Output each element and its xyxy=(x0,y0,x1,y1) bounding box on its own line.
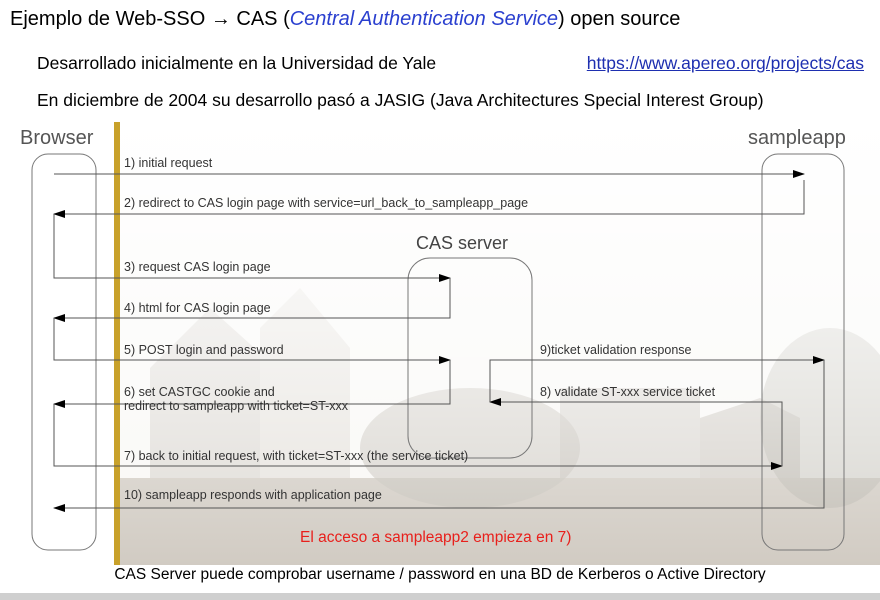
msg-8: 8) validate ST-xxx service ticket xyxy=(540,385,716,399)
browser-lifeline xyxy=(31,153,97,551)
history-text: En diciembre de 2004 su desarrollo pasó … xyxy=(37,90,764,110)
title-prefix: Ejemplo de Web-SSO → CAS ( xyxy=(10,8,290,30)
sampleapp-label: sampleapp xyxy=(748,127,846,149)
msg-7: 7) back to initial request, with ticket=… xyxy=(124,449,468,463)
msg-10: 10) sampleapp responds with application … xyxy=(124,488,382,502)
msg-2: 2) redirect to CAS login page with servi… xyxy=(124,196,528,210)
title-emphasis: Central Authentication Service xyxy=(289,8,559,30)
msg-6b: redirect to sampleapp with ticket=ST-xxx xyxy=(124,399,349,413)
msg-1: 1) initial request xyxy=(124,156,213,170)
sampleapp2-note: El acceso a sampleapp2 empieza en 7) xyxy=(300,529,571,546)
apereo-link[interactable]: https://www.apereo.org/projects/cas xyxy=(587,53,864,74)
footer-note: CAS Server puede comprobar username / pa… xyxy=(114,566,766,583)
cas-server-label: CAS server xyxy=(416,233,508,253)
title-suffix: ) open source xyxy=(558,8,681,30)
msg-4: 4) html for CAS login page xyxy=(124,301,271,315)
slide-title: Ejemplo de Web-SSO → CAS (Central Authen… xyxy=(10,8,680,31)
gold-accent-bar xyxy=(114,122,120,565)
msg-3: 3) request CAS login page xyxy=(124,260,271,274)
origin-text: Desarrollado inicialmente en la Universi… xyxy=(37,53,437,73)
msg-5: 5) POST login and password xyxy=(124,343,284,357)
bottom-band xyxy=(0,593,880,600)
browser-label: Browser xyxy=(20,127,94,149)
cas-sequence-diagram: Browser sampleapp CAS server 1) initial … xyxy=(20,118,880,565)
msg-9: 9)ticket validation response xyxy=(540,343,692,357)
msg-6: 6) set CASTGC cookie and xyxy=(124,385,275,399)
